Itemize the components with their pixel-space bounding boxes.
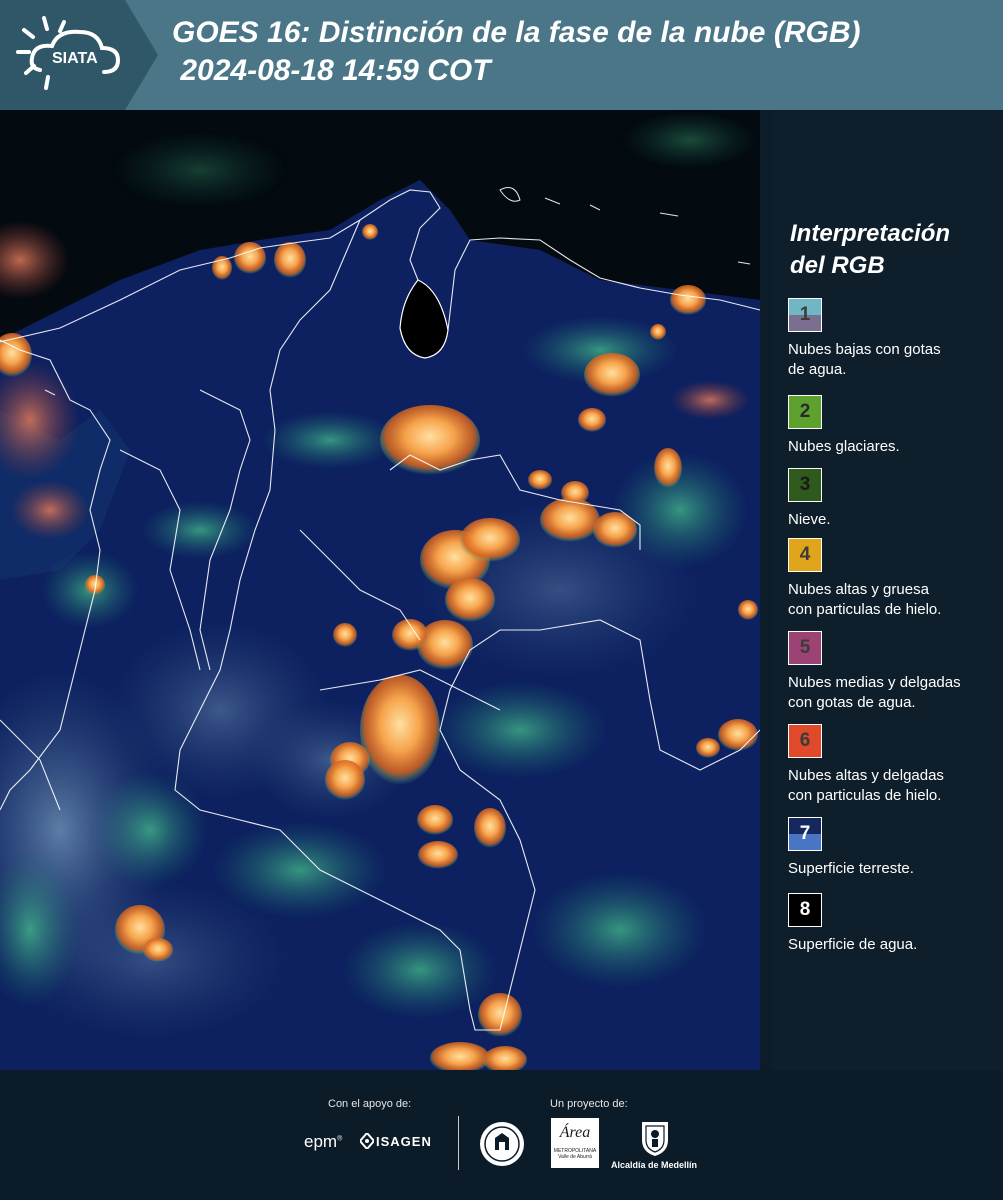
project-label: Un proyecto de: [550,1098,628,1110]
legend-number-5: 5 [799,637,811,658]
siata-logo: SIATA [0,0,158,110]
legend-label-1: Nubes bajas con gotas de agua. [788,341,941,378]
epm-logo: epm® [304,1132,343,1151]
legend-number-8: 8 [799,899,811,920]
legend-swatch-5: 5 [788,631,822,665]
legend-label-3: Nieve. [788,511,831,528]
legend-item-7: 7 Superficie terreste. [788,817,998,879]
area-metropolitana-logo: Área METROPOLITANA Valle de Aburrá [551,1118,599,1168]
legend-label-2: Nubes glaciares. [788,438,900,455]
university-seal-icon [480,1122,524,1166]
legend-title-line-1: Interpretación [790,220,951,247]
satellite-map [0,110,760,1070]
medellin-coat-of-arms-icon [642,1122,668,1156]
legend-item-3: 3 Nieve. [788,468,998,530]
legend-label-8: Superficie de agua. [788,936,918,953]
legend-swatch-6: 6 [788,724,822,758]
legend-label-6: Nubes altas y delgadas con particulas de … [788,767,944,804]
isagen-logo: ISAGEN [376,1134,432,1149]
legend-number-1: 1 [799,304,811,325]
legend-item-1: 1 Nubes bajas con gotas de agua. [788,298,998,380]
page-title: GOES 16: Distinción de la fase de la nub… [172,14,860,90]
legend-swatch-4: 4 [788,538,822,572]
legend-item-4: 4 Nubes altas y gruesa con particulas de … [788,538,998,620]
legend-title-line-2: del RGB [790,252,885,279]
legend-swatch-8: 8 [788,893,822,927]
legend-item-5: 5 Nubes medias y delgadas con gotas de ag… [788,631,998,713]
isagen-mark-icon [360,1133,374,1149]
legend-swatch-3: 3 [788,468,822,502]
header-bar: SIATA GOES 16: Distinción de la fase de … [0,0,1003,110]
legend-swatch-7: 7 [788,817,822,851]
legend-number-2: 2 [799,401,811,422]
legend-number-6: 6 [799,730,811,751]
footer-divider [458,1116,459,1170]
footer: Con el apoyo de: Un proyecto de: epm® IS… [0,1070,1003,1200]
support-label: Con el apoyo de: [328,1098,412,1110]
legend-number-4: 4 [799,544,811,565]
legend-swatch-2: 2 [788,395,822,429]
legend-label-5: Nubes medias y delgadas con gotas de agua… [788,674,961,711]
rgb-satellite-image [0,110,760,1070]
legend-title: Interpretación del RGB [790,218,950,282]
legend-label-7: Superficie terreste. [788,860,914,877]
legend-number-3: 3 [799,474,811,495]
legend-label-4: Nubes altas y gruesa con particulas de hi… [788,581,942,618]
rgb-legend: Interpretación del RGB 1 Nubes bajas con… [772,110,1003,1070]
alcaldia-label: Alcaldía de Medellín [611,1160,698,1170]
legend-item-2: 2 Nubes glaciares. [788,395,998,457]
logo-text: SIATA [52,50,98,67]
legend-swatch-1: 1 [788,298,822,332]
title-line-2: 2024-08-18 14:59 COT [172,54,491,87]
legend-number-7: 7 [799,823,811,844]
legend-item-6: 6 Nubes altas y delgadas con particulas d… [788,724,998,806]
title-line-1: GOES 16: Distinción de la fase de la nub… [172,16,861,49]
legend-item-8: 8 Superficie de agua. [788,893,998,955]
